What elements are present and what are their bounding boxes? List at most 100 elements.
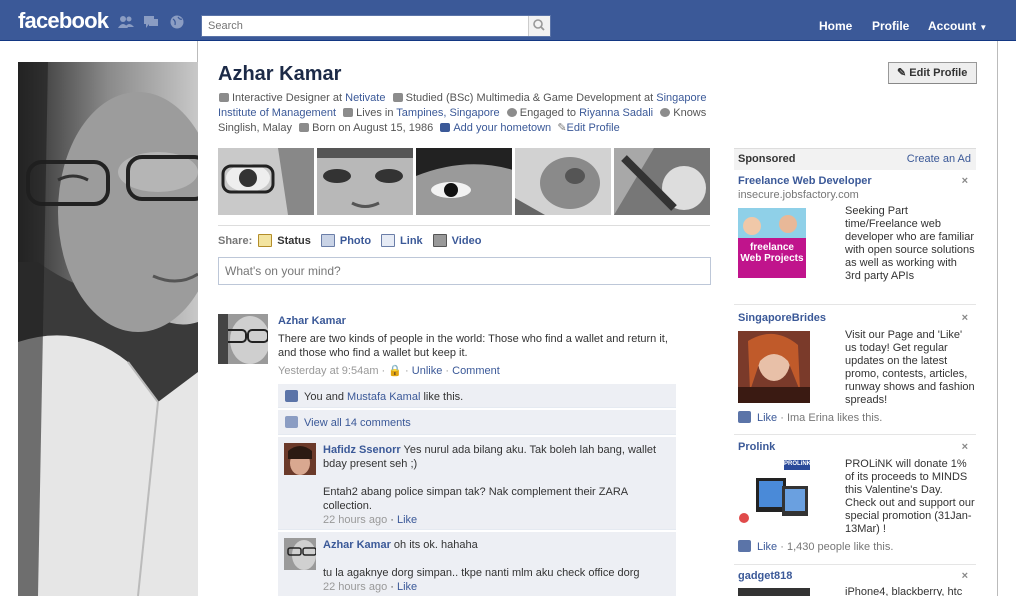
engaged-link[interactable]: Riyanna Sadali [579, 107, 653, 119]
photo-strip [218, 148, 710, 215]
create-ad-link[interactable]: Create an Ad [907, 153, 971, 165]
search-input[interactable] [202, 16, 528, 36]
story-meta: Yesterday at 9:54am · 🔒 · Unlike · Comme… [278, 365, 500, 377]
share-photo-label: Photo [339, 234, 372, 247]
ad-title[interactable]: SingaporeBrides [738, 312, 826, 324]
share-status-label: Status [277, 234, 311, 247]
ad-title[interactable]: gadget818 [738, 570, 792, 582]
friend-requests-icon[interactable] [118, 15, 134, 29]
comment-like-link[interactable]: Like [397, 581, 417, 593]
ad-image[interactable] [738, 588, 810, 596]
notifications-icon[interactable] [169, 15, 185, 29]
share-video-tab[interactable]: Video [432, 234, 481, 247]
edit-profile-label: Edit Profile [909, 67, 968, 79]
profile-picture[interactable] [18, 62, 198, 596]
comment-body: Hafidz Ssenorr Yes nurul ada bilang aku.… [323, 444, 657, 526]
photo-thumbnail[interactable] [515, 148, 611, 215]
comment-link[interactable]: Comment [452, 365, 500, 377]
comment-author[interactable]: Azhar Kamar [323, 539, 391, 551]
add-hometown-link[interactable]: Add your hometown [453, 122, 551, 134]
photo-thumbnail[interactable] [218, 148, 314, 215]
nav-account[interactable]: Account ▼ [928, 19, 987, 33]
share-photo-tab[interactable]: Photo [320, 234, 372, 247]
close-icon[interactable]: × [962, 312, 968, 324]
pencil-icon: ✎ [557, 122, 567, 134]
photo-thumbnail[interactable] [416, 148, 512, 215]
nav-home[interactable]: Home [819, 19, 852, 33]
lives-prefix: Lives in [356, 107, 397, 119]
photo-icon [320, 234, 335, 247]
comment-like-link[interactable]: Like [397, 514, 417, 526]
edit-profile-button[interactable]: ✎ Edit Profile [888, 62, 977, 84]
sponsored-header: Sponsored Create an Ad [734, 148, 976, 170]
ad-like-link[interactable]: Like [757, 412, 777, 424]
photo-thumbnail[interactable] [317, 148, 413, 215]
ad-prolink: Prolink × PROLiNK PROLiNK will donate 1%… [738, 441, 975, 561]
ad-divider [734, 564, 976, 565]
facebook-logo[interactable]: facebook [18, 8, 109, 34]
view-all-comments-link[interactable]: View all 14 comments [304, 417, 411, 429]
share-label: Share: [218, 234, 253, 247]
ad-like-text: · 1,430 people like this. [777, 541, 894, 553]
link-icon [381, 234, 396, 247]
ad-like-link[interactable]: Like [757, 541, 777, 553]
status-icon [258, 234, 273, 247]
share-link-tab[interactable]: Link [381, 234, 423, 247]
likes-friend-link[interactable]: Mustafa Kamal [347, 391, 420, 403]
nav-profile[interactable]: Profile [872, 19, 909, 33]
likes-suffix: like this. [420, 391, 464, 403]
story-author-avatar[interactable] [218, 314, 268, 364]
briefcase-icon [219, 93, 229, 102]
birthday: Born on August 15, 1986 [312, 122, 434, 134]
messages-icon[interactable] [143, 15, 159, 29]
search-box[interactable] [201, 15, 551, 37]
story-author[interactable]: Azhar Kamar [278, 315, 346, 327]
comment-time: 22 hours ago [323, 514, 388, 526]
comment-avatar[interactable] [284, 443, 316, 475]
thumbs-up-icon [738, 540, 751, 552]
status-input[interactable]: What's on your mind? [218, 257, 711, 285]
ad-image[interactable]: freelance Web Projects [738, 208, 806, 278]
view-all-comments-row[interactable]: View all 14 comments [278, 410, 676, 435]
lives-link[interactable]: Tampines, Singapore [396, 107, 499, 119]
sponsored-title: Sponsored [738, 153, 796, 165]
ad-title[interactable]: Prolink [738, 441, 775, 453]
ad-image[interactable] [738, 331, 810, 403]
ad-text: PROLiNK will donate 1% of its proceeds t… [845, 458, 975, 535]
publisher-divider [218, 225, 710, 226]
comment-author[interactable]: Hafidz Ssenorr [323, 444, 401, 456]
ad-text: Seeking Part time/Freelance web develope… [845, 205, 975, 282]
heart-icon [506, 108, 517, 117]
video-icon [432, 234, 447, 247]
close-icon[interactable]: × [962, 175, 968, 187]
edit-profile-link[interactable]: Edit Profile [567, 122, 620, 134]
ad-title[interactable]: Freelance Web Developer [738, 175, 872, 187]
share-link-label: Link [400, 234, 423, 247]
job-link[interactable]: Netivate [345, 92, 385, 104]
ad-image-caption: freelance Web Projects [740, 242, 804, 264]
close-icon[interactable]: × [962, 441, 968, 453]
calendar-icon [299, 123, 310, 132]
comment-avatar[interactable] [284, 538, 316, 570]
thumbs-up-icon [738, 411, 751, 423]
lock-icon: 🔒 [388, 365, 402, 377]
ad-image-caption: PROLiNK [784, 461, 810, 467]
share-status-tab[interactable]: Status [258, 234, 311, 247]
thumbs-up-icon [285, 390, 298, 402]
search-button[interactable] [528, 16, 550, 36]
globe-icon [660, 108, 671, 117]
close-icon[interactable]: × [962, 570, 968, 582]
ad-divider [734, 434, 976, 435]
ad-image[interactable]: PROLiNK [738, 458, 810, 532]
likes-row: You and Mustafa Kamal like this. [278, 384, 676, 408]
unlike-link[interactable]: Unlike [412, 365, 443, 377]
ad-text: Visit our Page and 'Like' us today! Get … [845, 329, 975, 406]
nav-account-label: Account [928, 19, 976, 33]
pencil-icon: ✎ [897, 67, 907, 79]
photo-thumbnail[interactable] [614, 148, 710, 215]
profile-info: Interactive Designer at Netivate Studied… [218, 91, 708, 136]
profile-name: Azhar Kamar [218, 63, 342, 85]
ad-singaporebrides: SingaporeBrides × Visit our Page and 'Li… [738, 312, 975, 430]
home-add-icon [440, 123, 451, 132]
comment-item: Azhar Kamar oh its ok. hahaha tu la agak… [278, 532, 676, 596]
